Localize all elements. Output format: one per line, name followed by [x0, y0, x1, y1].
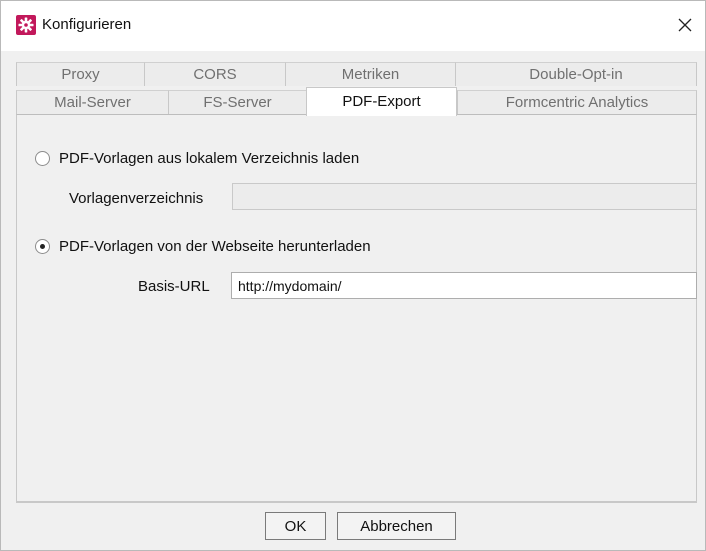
- pdf-export-panel: PDF-Vorlagen aus lokalem Verzeichnis lad…: [16, 114, 697, 502]
- footer-divider: [16, 502, 697, 503]
- dialog-title: Konfigurieren: [42, 16, 132, 33]
- radio-unselected[interactable]: [35, 151, 50, 166]
- tab-mail-server[interactable]: Mail-Server: [16, 90, 168, 114]
- tab-cors[interactable]: CORS: [144, 62, 285, 86]
- base-url-label: Basis-URL: [138, 278, 210, 295]
- tab-double-opt-in[interactable]: Double-Opt-in: [455, 62, 697, 86]
- close-button[interactable]: [671, 11, 699, 39]
- title-bar: Konfigurieren: [1, 1, 705, 51]
- tab-proxy[interactable]: Proxy: [16, 62, 144, 86]
- radio-web-templates[interactable]: PDF-Vorlagen von der Webseite herunterla…: [35, 238, 371, 255]
- tab-metriken[interactable]: Metriken: [285, 62, 455, 86]
- tab-fs-server[interactable]: FS-Server: [168, 90, 306, 114]
- gear-app-icon: [16, 15, 36, 35]
- radio-local-label: PDF-Vorlagen aus lokalem Verzeichnis lad…: [59, 150, 360, 167]
- configure-dialog: Konfigurieren Proxy CORS Metriken Double…: [0, 0, 706, 551]
- tab-pdf-export[interactable]: PDF-Export: [306, 87, 457, 116]
- base-url-input[interactable]: [231, 272, 697, 299]
- close-icon: [678, 18, 692, 32]
- tab-formcentric-analytics[interactable]: Formcentric Analytics: [457, 90, 697, 114]
- directory-input[interactable]: [232, 183, 697, 210]
- radio-web-label: PDF-Vorlagen von der Webseite herunterla…: [59, 238, 371, 255]
- radio-dot: [40, 244, 45, 249]
- ok-button[interactable]: OK: [265, 512, 326, 540]
- radio-local-templates[interactable]: PDF-Vorlagen aus lokalem Verzeichnis lad…: [35, 150, 359, 167]
- cancel-button[interactable]: Abbrechen: [337, 512, 456, 540]
- directory-label: Vorlagenverzeichnis: [69, 190, 204, 207]
- radio-selected[interactable]: [35, 239, 50, 254]
